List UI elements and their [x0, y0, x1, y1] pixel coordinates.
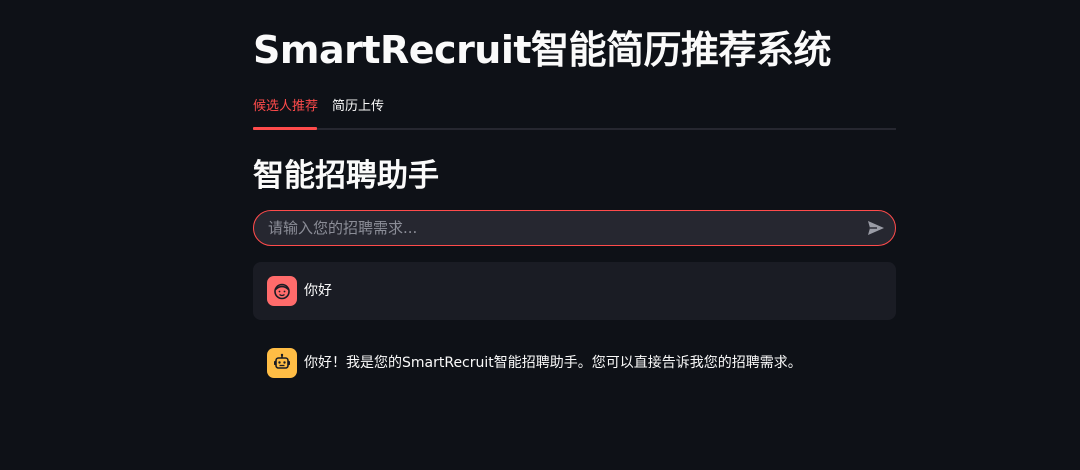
app-page: SmartRecruit智能简历推荐系统 候选人推荐 简历上传 智能招聘助手 请…	[0, 0, 1080, 470]
assistant-message-text: 你好！我是您的SmartRecruit智能招聘助手。您可以直接告诉我您的招聘需求…	[304, 355, 802, 371]
chat-message-assistant: 你好！我是您的SmartRecruit智能招聘助手。您可以直接告诉我您的招聘需求…	[253, 334, 896, 392]
tab-bar: 候选人推荐 简历上传	[253, 90, 896, 130]
tab-resume-upload[interactable]: 简历上传	[332, 98, 384, 116]
active-tab-indicator	[253, 127, 317, 130]
chat-input-container	[253, 210, 896, 246]
send-button[interactable]	[865, 218, 887, 238]
assistant-avatar	[267, 348, 297, 378]
app-title: SmartRecruit智能简历推荐系统	[253, 28, 832, 72]
user-avatar	[267, 276, 297, 306]
send-icon	[868, 221, 884, 235]
robot-icon	[274, 353, 290, 369]
chat-input[interactable]	[268, 211, 858, 245]
section-title: 智能招聘助手	[253, 158, 439, 194]
chat-message-user: 你好	[253, 262, 896, 320]
user-face-icon	[274, 283, 290, 300]
user-message-text: 你好	[304, 283, 332, 299]
tab-candidate-recommendation[interactable]: 候选人推荐	[253, 98, 318, 116]
